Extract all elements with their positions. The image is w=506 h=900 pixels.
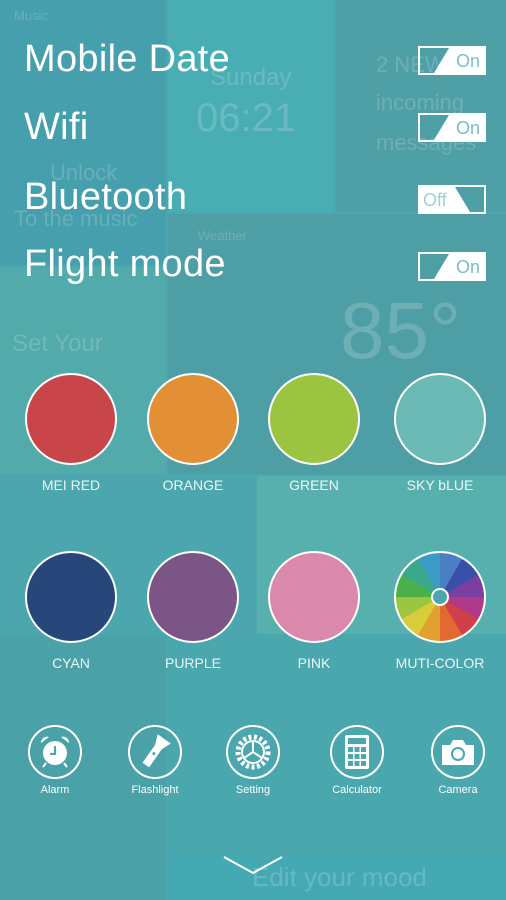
bluetooth-toggle[interactable]: Off	[418, 185, 486, 214]
toggle-state: On	[455, 257, 480, 277]
color-swatch-label: ORANGE	[162, 477, 224, 493]
gear-icon	[235, 734, 271, 770]
flashlight-label: Flashlight	[131, 784, 179, 796]
color-swatch-pink[interactable]	[268, 551, 360, 643]
color-swatch-label: MEI RED	[41, 477, 101, 493]
color-swatch-muti-color[interactable]	[394, 551, 486, 643]
toggle-label: Mobile Date	[24, 38, 231, 80]
color-swatch-label: SKY bLUE	[406, 477, 474, 493]
alarm-button[interactable]	[28, 725, 82, 779]
toggle-state: On	[455, 118, 480, 138]
color-swatch-green[interactable]	[268, 373, 360, 465]
setting-label: Setting	[235, 784, 271, 796]
color-swatch-orange[interactable]	[147, 373, 239, 465]
setting-button[interactable]	[226, 725, 280, 779]
camera-label: Camera	[438, 784, 478, 796]
camera-icon	[442, 740, 474, 765]
color-swatch-label: PINK	[297, 655, 331, 671]
bg-temperature: 85°	[340, 286, 461, 375]
toggle-label: Bluetooth	[24, 176, 188, 218]
color-swatch-purple[interactable]	[147, 551, 239, 643]
calculator-icon	[345, 735, 369, 769]
color-swatch-label: PURPLE	[164, 655, 222, 671]
color-swatch-label: CYAN	[52, 655, 90, 671]
color-swatch-cyan[interactable]	[25, 551, 117, 643]
bg-set-your: Set Your	[12, 330, 103, 357]
color-swatch-sky-blue[interactable]	[394, 373, 486, 465]
flashlight-icon	[142, 734, 171, 768]
calculator-button[interactable]	[330, 725, 384, 779]
flight-mode-toggle[interactable]: On	[418, 252, 486, 281]
toggle-state: Off	[423, 190, 447, 210]
calculator-label: Calculator	[332, 784, 382, 796]
collapse-chevron-icon[interactable]	[222, 855, 284, 877]
bg-weather-label: Weather	[198, 228, 247, 243]
toggle-label: Wifi	[24, 106, 89, 148]
camera-button[interactable]	[431, 725, 485, 779]
bg-music-label: Music	[14, 8, 48, 23]
color-swatch-label: GREEN	[289, 477, 339, 493]
color-swatch-mei-red[interactable]	[25, 373, 117, 465]
color-swatch-label: MUTI-COLOR	[395, 655, 485, 671]
alarm-clock-icon	[40, 736, 70, 768]
wifi-toggle[interactable]: On	[418, 113, 486, 142]
flashlight-button[interactable]	[128, 725, 182, 779]
multi-color-center-dot	[431, 588, 449, 606]
bg-time: 06:21	[196, 96, 297, 140]
alarm-label: Alarm	[40, 784, 70, 796]
toggle-state: On	[455, 51, 480, 71]
toggle-label: Flight mode	[24, 243, 226, 285]
mobile-data-toggle[interactable]: On	[418, 46, 486, 75]
